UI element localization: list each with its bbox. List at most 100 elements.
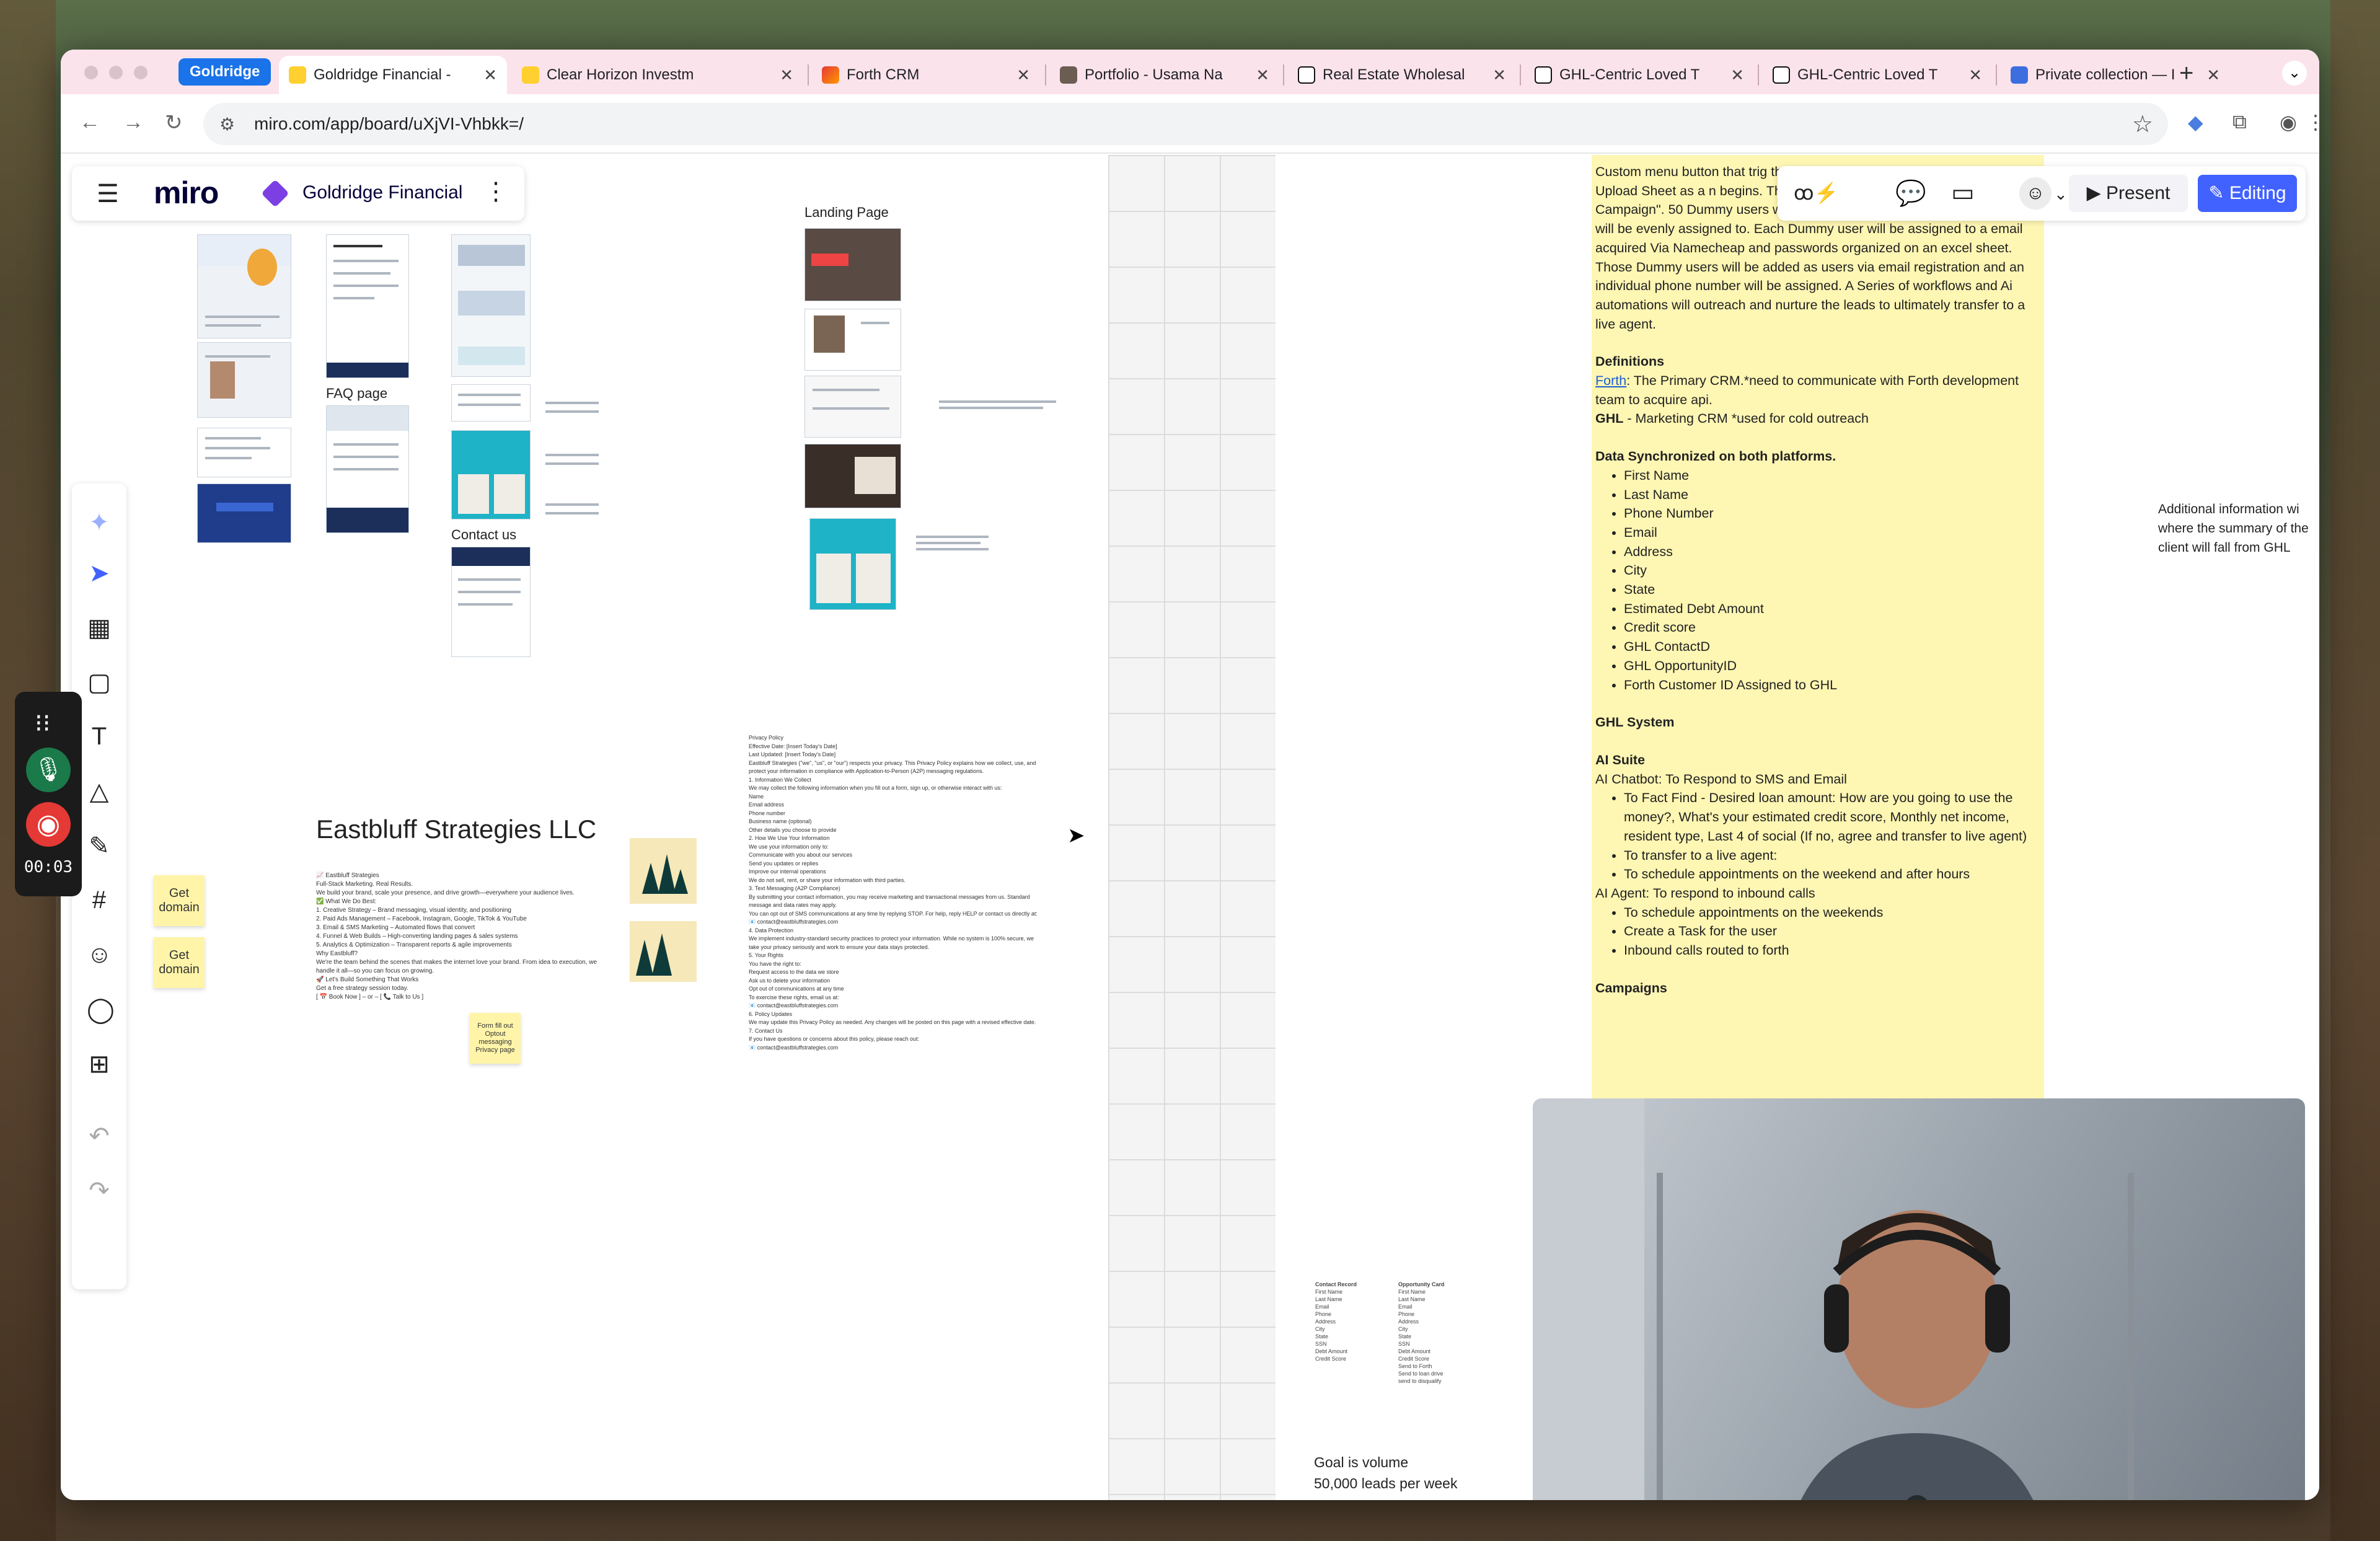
comment-icon[interactable]: ◯ [87,996,115,1024]
stop-recording-icon[interactable]: ◉ [26,802,71,847]
back-icon[interactable]: ← [79,110,100,135]
opportunity-field: First Name [1398,1289,1426,1295]
chevron-down-icon[interactable]: ⌄ [2054,185,2068,204]
tab-ghl-centric-2[interactable]: GHL-Centric Loved T ✕ [1763,56,1992,94]
web-mockup-thumbnail[interactable] [451,234,531,377]
tab-forth-crm[interactable]: Forth CRM ✕ [812,56,1040,94]
city-illustration-icon[interactable] [630,921,697,982]
editing-button[interactable]: ✎ Editing [2198,175,2297,212]
reactions-icon[interactable]: ꝏ⚡ [1794,181,1838,205]
goal-leads-text[interactable]: 50,000 leads per week [1314,1475,1457,1492]
sticky-note[interactable]: Form fill out Optout messaging Privacy p… [470,1013,521,1064]
privacy-policy-text[interactable]: Privacy Policy Effective Date: [Insert To… [749,734,1040,1052]
tab-clear-horizon[interactable]: Clear Horizon Investm ✕ [512,56,803,94]
tab-real-estate[interactable]: Real Estate Wholesal ✕ [1288,56,1516,94]
select-cursor-icon[interactable]: ➤ [87,559,112,588]
reload-icon[interactable]: ↻ [165,110,183,135]
web-mockup-thumbnail[interactable] [804,444,901,508]
eastbluff-line: ✅ What We Do Best: [316,898,377,905]
tab-search-icon[interactable]: ⌄ [2282,61,2307,86]
city-illustration-icon[interactable] [630,838,697,904]
close-tab-icon[interactable]: ✕ [2206,66,2220,85]
tab-private-collection[interactable]: Private collection — I ✕ [2001,56,2230,94]
web-mockup-thumbnail[interactable] [197,483,291,543]
ai-sparkle-icon[interactable]: ✦ [87,508,112,537]
web-mockup-thumbnail[interactable] [451,430,531,519]
close-tab-icon[interactable]: ✕ [1256,66,1269,85]
sticky-note[interactable]: Get domain [154,875,205,926]
tab-group-label[interactable]: Goldridge [178,58,271,86]
extension-icon[interactable]: ◆ [2188,110,2203,134]
shapes-icon[interactable]: △ [87,777,112,806]
new-tab-icon[interactable]: + [2179,60,2193,87]
web-mockup-thumbnail[interactable] [809,518,896,610]
board-options-icon[interactable]: ⋮ [483,177,508,206]
faq-page-thumbnail[interactable] [326,405,409,533]
text-icon[interactable]: T [87,723,112,751]
close-tab-icon[interactable]: ✕ [1730,66,1744,85]
miro-logo[interactable]: miro [154,175,219,211]
minimize-window-button[interactable] [109,66,123,79]
site-info-icon[interactable]: ⚙ [219,114,235,135]
tab-goldridge-financial[interactable]: Goldridge Financial - ✕ [279,56,507,94]
miro-board-canvas[interactable]: FAQ page Contact us Landing Page Eastblu… [61,155,2319,1500]
pen-icon[interactable]: ✎ [87,832,112,860]
web-mockup-thumbnail[interactable] [197,342,291,418]
close-tab-icon[interactable]: ✕ [780,66,793,85]
avatar[interactable]: ☺ [2019,177,2052,210]
puzzle-icon[interactable]: ⧉ [2232,110,2247,134]
webcam-preview[interactable] [1533,1098,2305,1500]
redo-icon[interactable]: ↷ [87,1177,112,1205]
landing-notes[interactable] [928,397,1059,415]
privacy-line: Business name (optional) [749,818,812,824]
contact-record[interactable]: Contact Record First Name Last Name Email P… [1315,1281,1357,1362]
web-mockup-thumbnail[interactable] [197,428,291,477]
forth-link[interactable]: Forth [1595,373,1626,388]
present-button[interactable]: ▶ Present [2069,175,2188,212]
undo-icon[interactable]: ↶ [87,1122,112,1150]
tab-ghl-centric-1[interactable]: GHL-Centric Loved T ✕ [1525,56,1754,94]
frame-icon[interactable]: # [87,886,112,914]
web-mockup-thumbnail[interactable] [804,376,901,438]
close-tab-icon[interactable]: ✕ [1968,66,1982,85]
web-mockup-thumbnail[interactable] [197,234,291,338]
web-mockup-thumbnail[interactable] [804,309,901,371]
microphone-icon[interactable]: 🎙 [26,748,71,792]
stickers-icon[interactable]: ☺ [87,941,112,969]
board-name[interactable]: Goldridge Financial [302,182,462,203]
miro-icon [522,66,539,84]
tab-portfolio[interactable]: Portfolio - Usama Na ✕ [1050,56,1279,94]
eastbluff-copy[interactable]: 📈 Eastbluff Strategies Full-Stack Marketi… [316,872,607,1002]
sitemap-notes[interactable] [540,398,600,522]
landing-page-hero-thumbnail[interactable] [804,228,901,301]
web-mockup-thumbnail[interactable] [451,384,531,422]
forward-icon[interactable]: → [123,110,144,135]
recorder-menu-icon[interactable]: ⁝⁝ [35,709,50,738]
close-tab-icon[interactable]: ✕ [1492,66,1506,85]
close-tab-icon[interactable]: ✕ [483,66,497,85]
profile-icon[interactable]: ◉ [2280,110,2297,134]
side-note-text[interactable]: Additional information wi where the summ… [2158,500,2319,557]
close-window-button[interactable] [84,66,98,79]
sticky-note[interactable]: Get domain [154,937,205,988]
notion-icon [1298,66,1315,84]
comments-icon[interactable]: 💬 [1895,179,1926,208]
doc-heading: AI Suite [1595,752,1646,767]
video-call-icon[interactable]: ▭ [1951,179,1975,207]
contact-us-thumbnail[interactable] [451,547,531,657]
opportunity-card[interactable]: Opportunity Card First Name Last Name Emai… [1398,1281,1445,1385]
privacy-line: We use your information only to: [749,843,829,850]
goal-text[interactable]: Goal is volume [1314,1454,1408,1471]
privacy-line: 7. Contact Us [749,1027,783,1034]
web-mockup-thumbnail[interactable] [326,234,409,378]
close-tab-icon[interactable]: ✕ [1016,66,1030,85]
address-bar[interactable]: ⚙ miro.com/app/board/uXjVI-Vhbkk=/ ☆ [203,103,2168,145]
zoom-window-button[interactable] [134,66,148,79]
templates-icon[interactable]: ▦ [87,614,112,642]
bookmark-star-icon[interactable]: ☆ [2132,110,2153,138]
main-menu-icon[interactable]: ☰ [97,180,119,208]
landing-notes[interactable] [910,532,990,557]
menu-icon[interactable]: ⋮ [2306,110,2319,134]
sticky-note-icon[interactable]: ▢ [87,668,112,697]
add-apps-icon[interactable]: ⊞ [87,1050,112,1079]
